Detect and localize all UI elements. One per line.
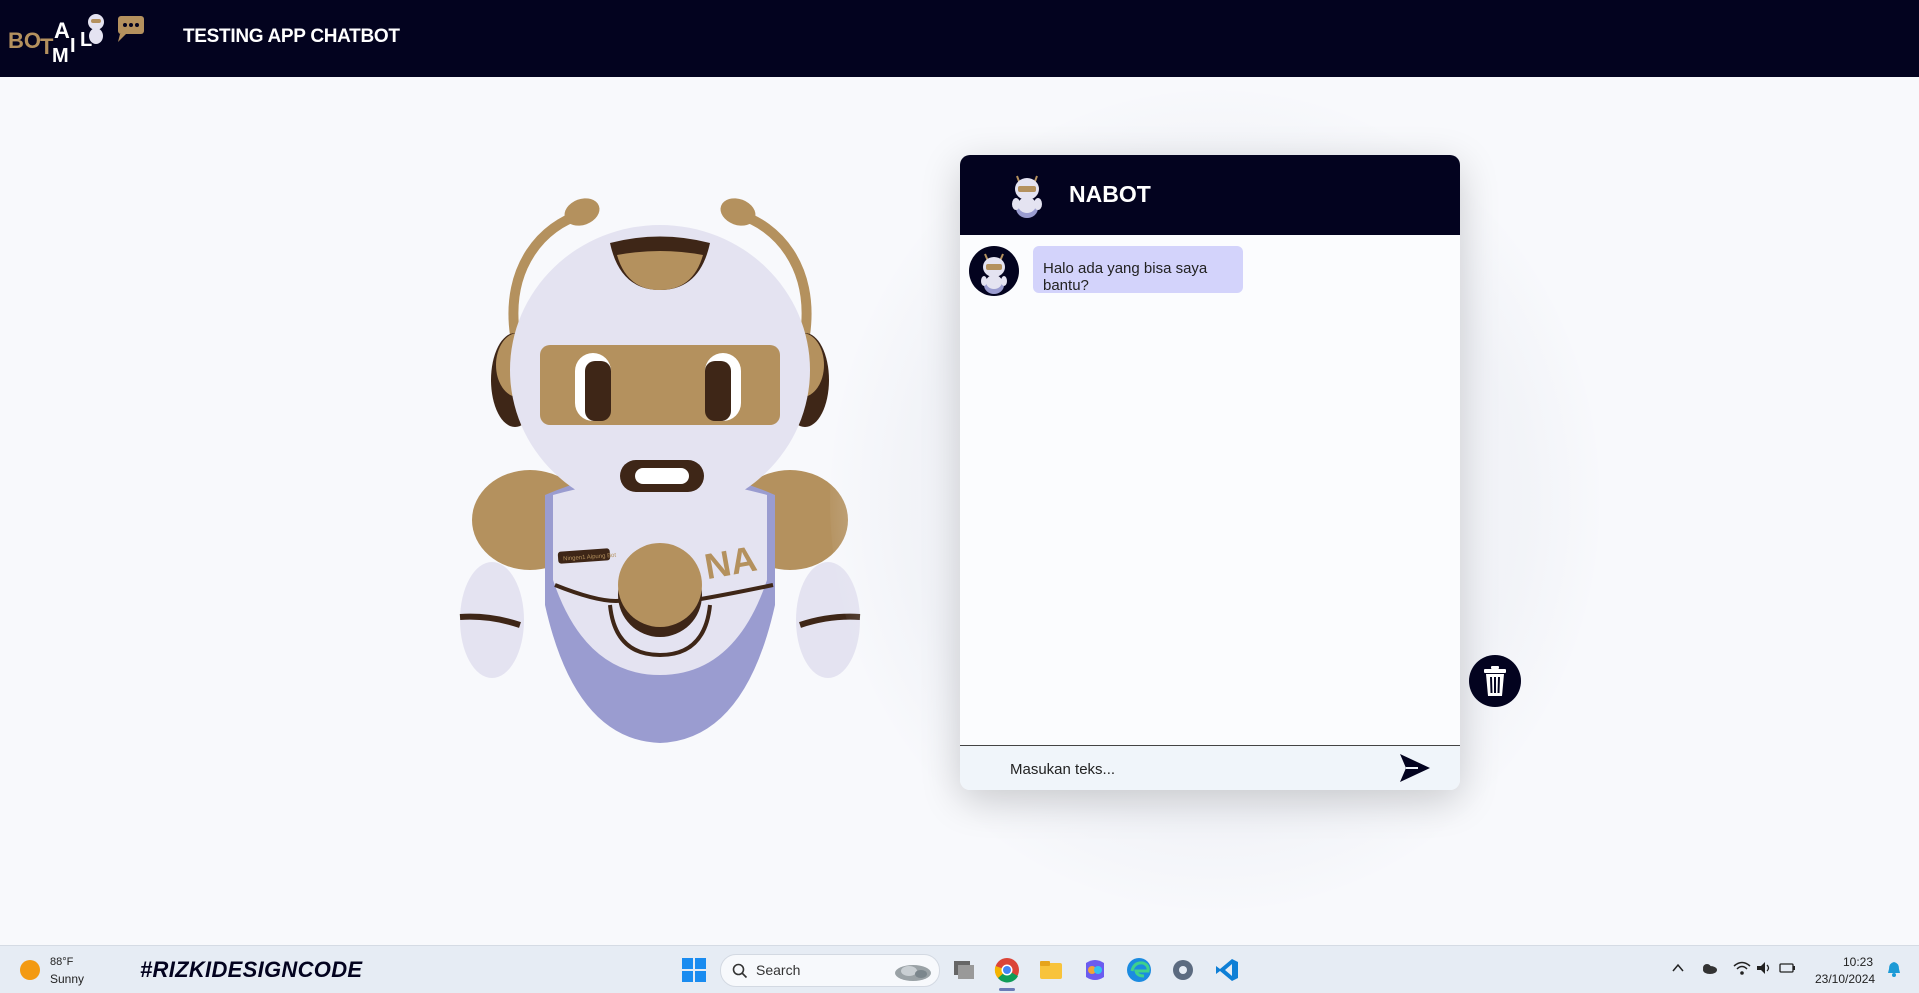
chevron-up-icon[interactable] xyxy=(1670,960,1686,976)
copilot-icon[interactable] xyxy=(1082,957,1108,983)
clock-time[interactable]: 10:23 xyxy=(1843,955,1873,969)
search-label: Search xyxy=(756,962,801,978)
sun-icon[interactable] xyxy=(20,960,40,980)
hashtag-text: #RIZKIDESIGNCODE xyxy=(140,957,363,982)
top-navbar: BO T A I L M TESTING APP CHATBOT xyxy=(0,0,1919,77)
wifi-icon[interactable] xyxy=(1733,960,1751,976)
app-title: TESTING APP CHATBOT xyxy=(183,26,400,47)
clear-chat-button[interactable] xyxy=(1469,655,1521,707)
taskbar-search[interactable]: Search xyxy=(720,954,940,987)
battery-icon[interactable] xyxy=(1778,960,1796,976)
svg-text:A: A xyxy=(54,18,70,43)
chat-input-bar xyxy=(960,745,1460,790)
chrome-active-indicator xyxy=(999,988,1015,991)
weather-description[interactable]: Sunny xyxy=(50,972,84,986)
robot-mascot-illustration: Ningen1 Aipung Bot NA xyxy=(459,198,861,743)
chat-window: NABOT Halo ada yang bisa saya bantu? xyxy=(960,155,1460,790)
chat-title: NABOT xyxy=(1069,181,1151,207)
weather-temperature[interactable]: 88°F xyxy=(50,956,73,968)
vscode-icon[interactable] xyxy=(1214,957,1240,983)
task-view-icon[interactable] xyxy=(950,957,976,983)
svg-text:M: M xyxy=(52,45,69,64)
bot-avatar-icon xyxy=(981,253,1007,294)
settings-gear-icon[interactable] xyxy=(1170,957,1196,983)
svg-text:BO: BO xyxy=(8,28,41,53)
message-input[interactable] xyxy=(1008,755,1392,783)
windows-start-icon[interactable] xyxy=(681,957,707,983)
message-bot-avatar xyxy=(969,246,1019,296)
send-icon[interactable] xyxy=(1398,752,1432,784)
search-highlight-icon xyxy=(895,965,931,981)
notification-bell-icon[interactable] xyxy=(1886,960,1902,978)
search-icon xyxy=(732,963,748,979)
volume-icon[interactable] xyxy=(1755,960,1773,976)
svg-text:I: I xyxy=(70,35,76,57)
clock-date[interactable]: 23/10/2024 xyxy=(1815,972,1875,986)
edge-icon[interactable] xyxy=(1126,957,1152,983)
trash-icon xyxy=(1484,666,1506,696)
chrome-icon[interactable] xyxy=(994,957,1020,983)
app-logo[interactable]: BO T A I L M xyxy=(8,8,153,64)
windows-taskbar: 88°F Sunny #RIZKIDESIGNCODE Search 10:23… xyxy=(0,945,1919,993)
onedrive-cloud-icon[interactable] xyxy=(1700,960,1718,976)
bot-message-bubble: Halo ada yang bisa saya bantu? xyxy=(1033,246,1243,294)
bot-avatar-icon xyxy=(1012,175,1042,218)
chat-header: NABOT xyxy=(960,155,1460,235)
file-explorer-icon[interactable] xyxy=(1038,957,1064,983)
